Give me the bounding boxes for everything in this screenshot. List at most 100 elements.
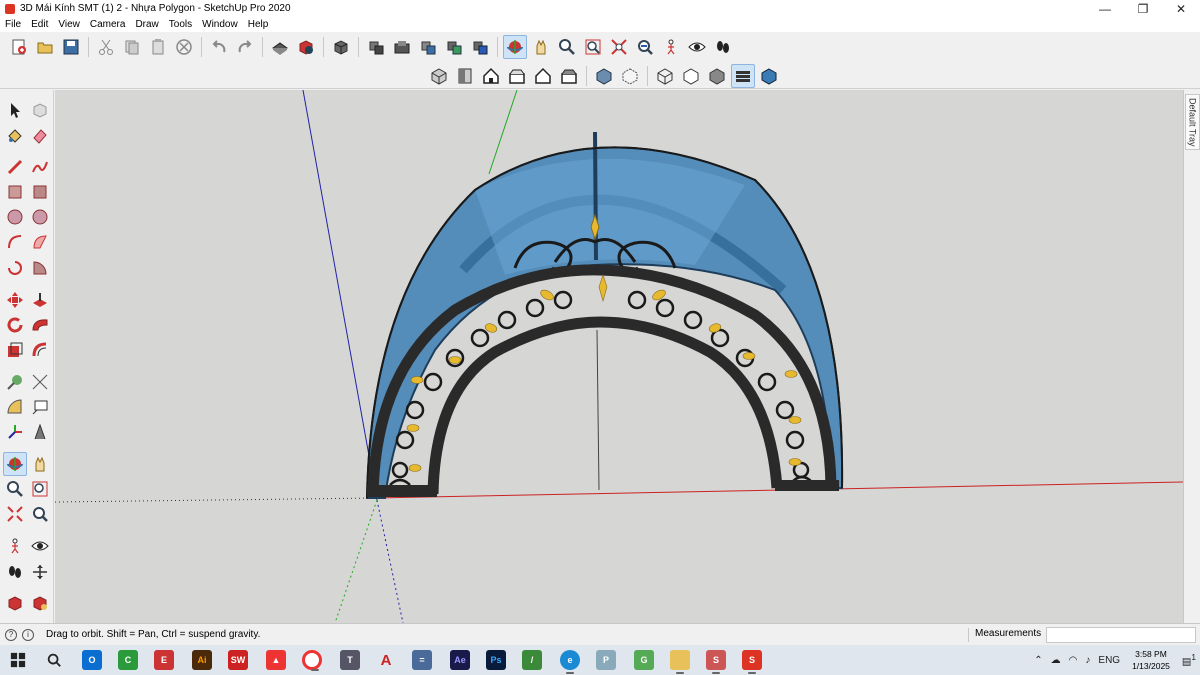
menu-edit[interactable]: Edit: [26, 19, 53, 30]
paint-bucket-icon[interactable]: [3, 123, 27, 147]
solidworks-icon[interactable]: SW: [228, 650, 248, 670]
redo-icon[interactable]: [233, 35, 257, 59]
pen-app-icon[interactable]: /: [522, 650, 542, 670]
open-file-icon[interactable]: [33, 35, 57, 59]
drawing-viewport[interactable]: [55, 90, 1183, 623]
component-d-icon[interactable]: [442, 35, 466, 59]
undo-icon[interactable]: [207, 35, 231, 59]
pan-icon[interactable]: [529, 35, 553, 59]
notifications-icon[interactable]: ▤1: [1182, 652, 1196, 667]
paste-icon[interactable]: [146, 35, 170, 59]
back-view-icon[interactable]: [531, 64, 555, 88]
close-button[interactable]: ✕: [1162, 0, 1200, 17]
protractor-icon[interactable]: [3, 395, 27, 419]
freehand-icon[interactable]: [28, 155, 52, 179]
right-view-icon[interactable]: [505, 64, 529, 88]
start-icon[interactable]: [8, 650, 28, 670]
rectangle-icon[interactable]: [3, 180, 27, 204]
follow-me-icon[interactable]: [28, 313, 52, 337]
zoom-icon[interactable]: [555, 35, 579, 59]
scale-icon[interactable]: [3, 338, 27, 362]
save-file-icon[interactable]: [59, 35, 83, 59]
pie-icon[interactable]: [28, 256, 52, 280]
iso-view-icon[interactable]: [427, 64, 451, 88]
eraser-icon[interactable]: [28, 123, 52, 147]
greenshot-icon[interactable]: G: [634, 650, 654, 670]
orbit-icon[interactable]: [503, 35, 527, 59]
push-pull-icon[interactable]: [28, 288, 52, 312]
sketchup-taskbar-icon[interactable]: S: [742, 650, 762, 674]
shaded-style-icon[interactable]: [705, 64, 729, 88]
zoom-window-icon[interactable]: [581, 35, 605, 59]
two-point-arc-icon[interactable]: [28, 230, 52, 254]
previous-view-icon[interactable]: [633, 35, 657, 59]
dimension-icon[interactable]: [28, 370, 52, 394]
look-around-tool-icon[interactable]: [28, 534, 52, 558]
wireframe-style-icon[interactable]: [653, 64, 677, 88]
print-icon[interactable]: [268, 35, 292, 59]
chrome-icon[interactable]: [302, 650, 322, 671]
menu-camera[interactable]: Camera: [85, 19, 131, 30]
new-file-icon[interactable]: [7, 35, 31, 59]
select-icon[interactable]: [3, 98, 27, 122]
menu-help[interactable]: Help: [243, 19, 274, 30]
edge-icon[interactable]: e: [560, 650, 580, 674]
minimize-button[interactable]: —: [1086, 0, 1124, 17]
previous-tool-icon[interactable]: [28, 502, 52, 526]
tape-measure-icon[interactable]: [3, 370, 27, 394]
position-camera-tool-icon[interactable]: [3, 534, 27, 558]
make-component-tool-icon[interactable]: [28, 98, 52, 122]
zoom-extents-icon[interactable]: [607, 35, 631, 59]
shaded-textures-style-icon[interactable]: [731, 64, 755, 88]
3d-text-icon[interactable]: [28, 420, 52, 444]
walk-icon[interactable]: [711, 35, 735, 59]
info-icon[interactable]: i: [22, 628, 34, 641]
component-c-icon[interactable]: [416, 35, 440, 59]
move-icon[interactable]: [3, 288, 27, 312]
section-plane-icon[interactable]: [28, 560, 52, 584]
circle-icon[interactable]: [3, 205, 27, 229]
arc-icon[interactable]: [3, 230, 27, 254]
warehouse-icon[interactable]: [3, 591, 27, 615]
zoom-extents-tool-icon[interactable]: [3, 502, 27, 526]
photoshop-icon[interactable]: Ps: [486, 650, 506, 670]
component-b-icon[interactable]: [390, 35, 414, 59]
menu-view[interactable]: View: [53, 19, 85, 30]
paint-icon[interactable]: P: [596, 650, 616, 670]
default-tray-tab[interactable]: Default Tray: [1185, 94, 1200, 150]
wifi-icon[interactable]: ◠: [1069, 655, 1078, 666]
file-explorer-icon[interactable]: [670, 650, 690, 674]
menu-draw[interactable]: Draw: [130, 19, 163, 30]
xray-style-icon[interactable]: [592, 64, 616, 88]
geo-location-icon[interactable]: ?: [5, 628, 17, 641]
cut-icon[interactable]: [94, 35, 118, 59]
menu-tools[interactable]: Tools: [164, 19, 197, 30]
polygon-icon[interactable]: [28, 205, 52, 229]
drawing-app-icon[interactable]: ▲: [266, 650, 286, 670]
menu-window[interactable]: Window: [197, 19, 243, 30]
language-indicator[interactable]: ENG: [1098, 655, 1120, 666]
acrobat-icon[interactable]: A: [376, 650, 396, 670]
component-a-icon[interactable]: [364, 35, 388, 59]
illustrator-icon[interactable]: Ai: [192, 650, 212, 670]
left-view-icon[interactable]: [557, 64, 581, 88]
three-point-arc-icon[interactable]: [3, 256, 27, 280]
volume-icon[interactable]: ♪: [1085, 655, 1090, 666]
model-info-icon[interactable]: [294, 35, 318, 59]
line-icon[interactable]: [3, 155, 27, 179]
menu-file[interactable]: File: [0, 19, 26, 30]
rotate-icon[interactable]: [3, 313, 27, 337]
component-e-icon[interactable]: [468, 35, 492, 59]
erase-selection-icon[interactable]: [172, 35, 196, 59]
front-view-icon[interactable]: [479, 64, 503, 88]
position-camera-icon[interactable]: [659, 35, 683, 59]
hidden-line-style-icon[interactable]: [679, 64, 703, 88]
rotated-rectangle-icon[interactable]: [28, 180, 52, 204]
snipping-tool-icon[interactable]: S: [706, 650, 726, 674]
after-effects-icon[interactable]: Ae: [450, 650, 470, 670]
camtasia-icon[interactable]: C: [118, 650, 138, 670]
axes-icon[interactable]: [3, 420, 27, 444]
walk-tool-icon[interactable]: [3, 560, 27, 584]
chevron-up-icon[interactable]: ⌃: [1034, 655, 1042, 666]
zoom-tool-icon[interactable]: [3, 477, 27, 501]
